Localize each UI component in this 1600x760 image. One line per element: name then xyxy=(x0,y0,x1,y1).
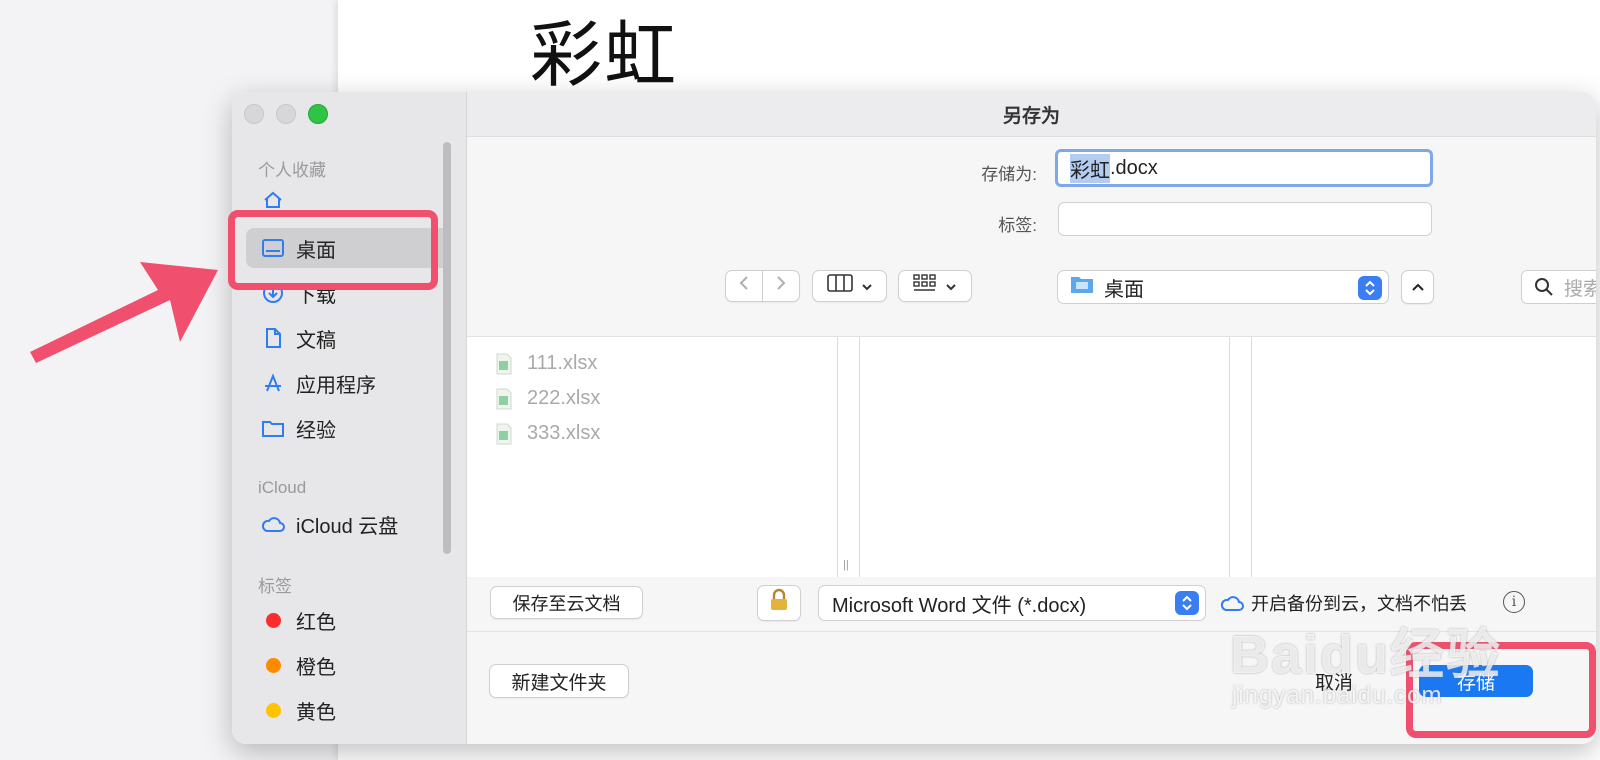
sidebar: 个人收藏 桌面 下载 文稿 应用程序 经验 iCloud iCloud 云盘 标… xyxy=(232,92,467,744)
sidebar-item-label: 黄色 xyxy=(296,701,336,724)
sidebar-item-experience[interactable]: 经验 xyxy=(246,408,450,448)
tags-field[interactable] xyxy=(1058,202,1432,236)
sidebar-item-label: iCloud 云盘 xyxy=(296,515,399,538)
sidebar-item-icloud-drive[interactable]: iCloud 云盘 xyxy=(246,504,450,544)
file-name: 222.xlsx xyxy=(527,387,601,409)
chevron-up-icon xyxy=(1411,276,1425,298)
zoom-window-button[interactable] xyxy=(308,104,328,124)
home-icon xyxy=(258,188,288,212)
list-item[interactable]: 222.xlsx xyxy=(495,387,600,410)
desktop-folder-icon xyxy=(1070,274,1094,300)
updown-stepper-icon xyxy=(1175,591,1199,615)
dialog-title: 另存为 xyxy=(467,92,1596,137)
list-item[interactable]: 111.xlsx xyxy=(495,352,597,375)
encrypt-button[interactable] xyxy=(757,585,801,621)
sidebar-item-documents[interactable]: 文稿 xyxy=(246,318,450,358)
format-label: Microsoft Word 文件 (*.docx) xyxy=(832,594,1087,617)
column-divider[interactable] xyxy=(1229,337,1230,577)
filename-field[interactable]: 彩虹 .docx xyxy=(1055,149,1433,187)
column-divider[interactable] xyxy=(1251,337,1252,577)
sidebar-item-applications[interactable]: 应用程序 xyxy=(246,363,450,403)
file-browser: 111.xlsx 222.xlsx 333.xlsx || xyxy=(467,336,1596,578)
cloud-icon xyxy=(258,512,288,536)
column-divider[interactable] xyxy=(859,337,860,577)
lock-icon xyxy=(768,588,790,618)
spreadsheet-file-icon xyxy=(495,423,513,445)
search-input[interactable]: 搜索 xyxy=(1521,270,1596,304)
file-name: 111.xlsx xyxy=(527,352,598,374)
grid-icon xyxy=(913,274,937,298)
view-mode-button[interactable] xyxy=(812,270,887,302)
sidebar-item-label: 应用程序 xyxy=(296,374,376,397)
column-resize-handle[interactable]: || xyxy=(843,559,849,571)
sidebar-item-label: 经验 xyxy=(296,419,336,442)
minimize-window-button[interactable] xyxy=(276,104,296,124)
save-to-cloud-button[interactable]: 保存至云文档 xyxy=(490,586,643,619)
filename-extension: .docx xyxy=(1110,156,1158,179)
favorites-header: 个人收藏 xyxy=(258,161,326,180)
watermark-url: jingyan.baidu.com xyxy=(1232,682,1443,709)
chevron-down-icon xyxy=(945,275,957,297)
sidebar-scrollbar[interactable] xyxy=(443,142,451,554)
save-as-label: 存储为: xyxy=(981,165,1037,184)
group-button[interactable] xyxy=(898,270,972,302)
sidebar-tag-orange[interactable]: 橙色 xyxy=(246,645,450,685)
spreadsheet-file-icon xyxy=(495,353,513,375)
back-button[interactable] xyxy=(725,270,763,302)
tags-header: 标签 xyxy=(258,577,292,596)
spreadsheet-file-icon xyxy=(495,388,513,410)
document-title: 彩虹 xyxy=(530,13,679,97)
filename-selected-text: 彩虹 xyxy=(1070,153,1110,183)
columns-view-icon xyxy=(826,274,853,298)
new-folder-button[interactable]: 新建文件夹 xyxy=(489,664,629,698)
tag-dot-icon xyxy=(265,702,281,718)
tag-dot-icon xyxy=(265,612,281,628)
tags-label: 标签: xyxy=(998,216,1037,235)
sidebar-tag-yellow[interactable]: 黄色 xyxy=(246,690,450,730)
column-divider[interactable] xyxy=(837,337,838,577)
tag-dot-icon xyxy=(265,657,281,673)
info-icon[interactable]: i xyxy=(1503,591,1525,613)
sidebar-item-label: 文稿 xyxy=(296,329,336,352)
annotation-arrow-icon xyxy=(30,262,218,363)
file-name: 333.xlsx xyxy=(527,422,601,444)
location-select[interactable]: 桌面 xyxy=(1057,270,1389,304)
watermark-brand: Baidu经验 xyxy=(1230,625,1503,685)
list-item[interactable]: 333.xlsx xyxy=(495,422,600,445)
chevron-right-icon xyxy=(775,275,787,297)
sidebar-item-label: 橙色 xyxy=(296,656,336,679)
updown-stepper-icon xyxy=(1358,276,1382,300)
apps-icon xyxy=(258,371,288,395)
folder-icon xyxy=(258,416,288,440)
document-icon xyxy=(258,326,288,350)
sidebar-item-label: 红色 xyxy=(296,611,336,634)
expand-collapse-button[interactable] xyxy=(1401,270,1434,304)
search-icon xyxy=(1534,277,1554,297)
chevron-down-icon xyxy=(861,275,873,297)
location-label: 桌面 xyxy=(1104,278,1144,301)
chevron-left-icon xyxy=(738,275,750,297)
format-select[interactable]: Microsoft Word 文件 (*.docx) xyxy=(818,585,1206,621)
icloud-header: iCloud xyxy=(258,478,307,497)
forward-button[interactable] xyxy=(762,270,800,302)
search-placeholder: 搜索 xyxy=(1564,278,1596,300)
sidebar-tag-red[interactable]: 红色 xyxy=(246,600,450,640)
